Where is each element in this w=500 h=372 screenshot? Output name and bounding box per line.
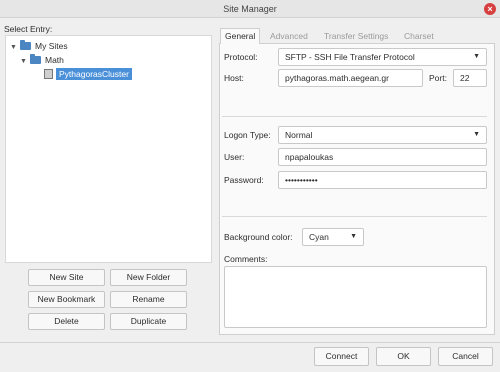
close-icon[interactable]: ×	[484, 3, 496, 15]
protocol-select[interactable]: SFTP - SSH File Transfer Protocol ▼	[278, 48, 487, 66]
comments-label: Comments:	[224, 254, 268, 264]
folder-icon	[30, 54, 41, 64]
rename-button[interactable]: Rename	[110, 291, 187, 308]
window-title: Site Manager	[223, 4, 277, 14]
connect-button[interactable]: Connect	[314, 347, 369, 366]
server-icon	[44, 69, 53, 79]
comments-textarea[interactable]	[224, 266, 487, 328]
chevron-down-icon: ▼	[473, 131, 480, 138]
title-bar: Site Manager ×	[0, 0, 500, 18]
site-tree[interactable]: ▼ My Sites ▼ Math PythagorasCluster	[5, 35, 212, 263]
delete-button[interactable]: Delete	[28, 313, 105, 330]
footer-separator	[0, 342, 500, 343]
new-folder-button[interactable]: New Folder	[110, 269, 187, 286]
password-input[interactable]: •••••••••••	[278, 171, 487, 189]
new-bookmark-button[interactable]: New Bookmark	[28, 291, 105, 308]
port-input[interactable]: 22	[453, 69, 487, 87]
port-label: Port:	[429, 73, 447, 83]
logon-type-label: Logon Type:	[224, 130, 271, 140]
tree-item-label: PythagorasCluster	[56, 68, 132, 80]
separator	[222, 116, 487, 117]
tree-item-math[interactable]: ▼ Math	[20, 53, 64, 67]
user-label: User:	[224, 152, 245, 162]
chevron-down-icon: ▼	[350, 233, 357, 240]
expand-arrow-icon[interactable]: ▼	[10, 41, 20, 55]
chevron-down-icon: ▼	[473, 53, 480, 60]
protocol-label: Protocol:	[224, 52, 258, 62]
background-color-select[interactable]: Cyan ▼	[302, 228, 364, 246]
separator	[222, 216, 487, 217]
user-input[interactable]: npapaloukas	[278, 148, 487, 166]
background-color-value: Cyan	[309, 232, 329, 242]
protocol-value: SFTP - SSH File Transfer Protocol	[285, 52, 415, 62]
tab-general[interactable]: General	[220, 28, 261, 44]
expand-arrow-icon[interactable]: ▼	[20, 55, 30, 69]
ok-button[interactable]: OK	[376, 347, 431, 366]
tab-charset[interactable]: Charset	[400, 28, 438, 44]
new-site-button[interactable]: New Site	[28, 269, 105, 286]
cancel-button[interactable]: Cancel	[438, 347, 493, 366]
tree-item-pythagoras-cluster[interactable]: PythagorasCluster	[44, 67, 132, 81]
duplicate-button[interactable]: Duplicate	[110, 313, 187, 330]
logon-type-select[interactable]: Normal ▼	[278, 126, 487, 144]
host-input[interactable]: pythagoras.math.aegean.gr	[278, 69, 423, 87]
background-color-label: Background color:	[224, 232, 293, 242]
host-label: Host:	[224, 73, 244, 83]
select-entry-label: Select Entry:	[4, 24, 53, 34]
tree-item-my-sites[interactable]: ▼ My Sites	[10, 39, 68, 53]
tab-advanced[interactable]: Advanced	[266, 28, 312, 44]
tab-transfer-settings[interactable]: Transfer Settings	[320, 28, 392, 44]
password-label: Password:	[224, 175, 264, 185]
logon-type-value: Normal	[285, 130, 313, 140]
tree-item-label: My Sites	[35, 41, 68, 51]
tree-item-label: Math	[45, 55, 64, 65]
folder-icon	[20, 40, 31, 50]
